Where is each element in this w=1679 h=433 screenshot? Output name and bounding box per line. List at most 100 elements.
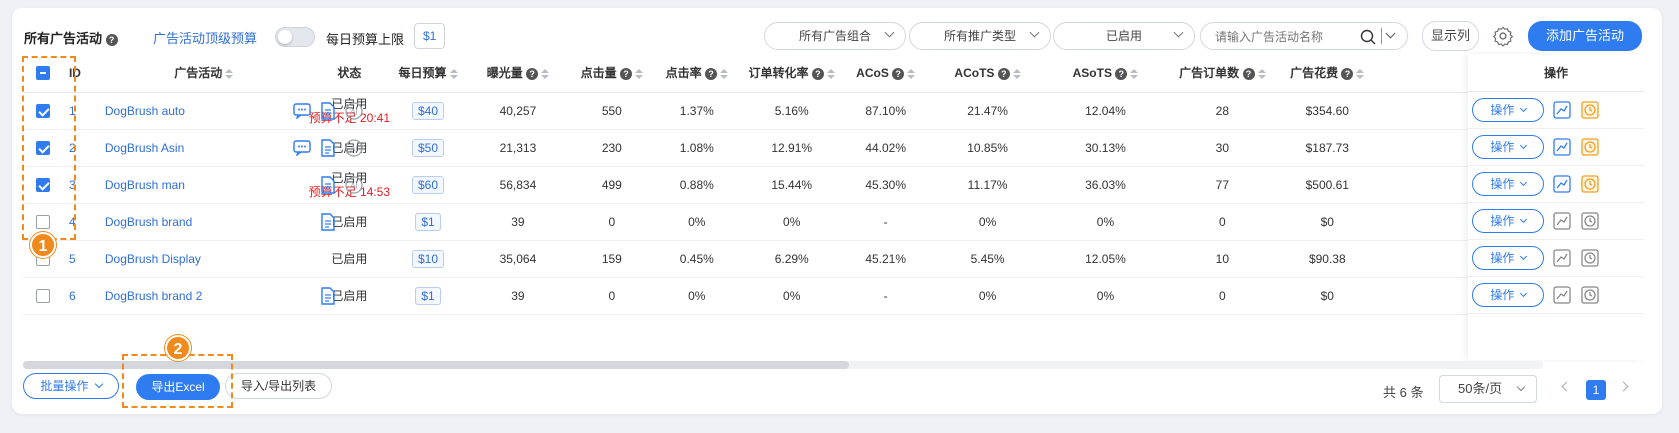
col-spend[interactable]: 广告花费 ? bbox=[1281, 54, 1374, 93]
clock-icon[interactable] bbox=[1581, 101, 1599, 119]
help-icon[interactable]: ? bbox=[620, 68, 633, 81]
search-icon[interactable] bbox=[1360, 29, 1376, 45]
daily-cap-value[interactable]: $1 bbox=[414, 23, 446, 49]
col-cvr[interactable]: 订单转化率 ? bbox=[739, 54, 844, 93]
budget-tag[interactable]: $40 bbox=[411, 101, 444, 120]
col-acots[interactable]: ACoTS ? bbox=[927, 54, 1048, 93]
campaign-id[interactable]: 6 bbox=[62, 277, 99, 315]
col-orders[interactable]: 广告订单数 ? bbox=[1163, 54, 1282, 93]
chart-icon[interactable] bbox=[1553, 175, 1571, 193]
col-impressions[interactable]: 曝光量 ? bbox=[465, 54, 570, 93]
sort-icon[interactable] bbox=[541, 69, 550, 80]
ai-icon[interactable]: AI bbox=[345, 101, 363, 123]
chart-icon[interactable] bbox=[1553, 249, 1571, 267]
sort-icon[interactable] bbox=[907, 68, 916, 79]
campaign-name-link[interactable]: DogBrush man bbox=[105, 178, 185, 192]
sort-icon[interactable] bbox=[1012, 68, 1021, 79]
col-campaign[interactable]: 广告活动 bbox=[98, 54, 309, 93]
row-checkbox[interactable] bbox=[35, 288, 50, 303]
help-icon[interactable]: ? bbox=[997, 67, 1010, 80]
doc-icon[interactable] bbox=[320, 175, 336, 197]
row-action-button[interactable]: 操作 bbox=[1472, 135, 1544, 159]
sort-icon[interactable] bbox=[449, 69, 458, 80]
sort-icon[interactable] bbox=[1257, 69, 1266, 80]
budget-tag[interactable]: $60 bbox=[411, 175, 444, 194]
page-size-select[interactable]: 50条/页 bbox=[1439, 375, 1537, 403]
chart-icon[interactable] bbox=[1553, 286, 1571, 304]
sort-icon[interactable] bbox=[719, 69, 728, 80]
budget-tag[interactable]: $10 bbox=[411, 249, 444, 268]
show-columns-button[interactable]: 显示列 bbox=[1422, 21, 1479, 51]
clock-icon[interactable] bbox=[1581, 212, 1599, 230]
campaign-name-link[interactable]: DogBrush auto bbox=[105, 104, 185, 118]
doc-icon[interactable] bbox=[320, 212, 336, 234]
page-title: 所有广告活动 ? bbox=[24, 28, 118, 47]
sort-icon[interactable] bbox=[1130, 68, 1139, 79]
campaign-id[interactable]: 5 bbox=[62, 240, 99, 278]
sort-icon[interactable] bbox=[826, 69, 835, 80]
sort-icon[interactable] bbox=[635, 69, 644, 80]
help-icon[interactable]: ? bbox=[892, 67, 905, 80]
campaign-name-link[interactable]: DogBrush brand bbox=[105, 215, 192, 229]
campaign-search[interactable] bbox=[1200, 22, 1408, 50]
clicks-cell: 0 bbox=[569, 277, 654, 315]
cvr-cell: 5.16% bbox=[739, 92, 844, 130]
chart-icon[interactable] bbox=[1553, 101, 1571, 119]
top-budget-link[interactable]: 广告活动顶级预算 bbox=[153, 28, 257, 47]
ctr-cell: 1.08% bbox=[653, 129, 740, 167]
chart-icon[interactable] bbox=[1553, 138, 1571, 156]
help-icon[interactable]: ? bbox=[1115, 67, 1128, 80]
filter-ad-type[interactable]: 所有推广类型 bbox=[909, 22, 1051, 50]
budget-tag[interactable]: $50 bbox=[411, 138, 444, 157]
col-acos[interactable]: ACoS ? bbox=[843, 54, 928, 93]
search-input[interactable] bbox=[1215, 28, 1355, 45]
ai-icon[interactable]: AI bbox=[345, 138, 363, 160]
orders-cell: 0 bbox=[1163, 203, 1282, 241]
row-action-button[interactable]: 操作 bbox=[1472, 98, 1544, 122]
help-icon[interactable]: ? bbox=[526, 68, 539, 81]
clock-icon[interactable] bbox=[1581, 286, 1599, 304]
page-1-button[interactable]: 1 bbox=[1586, 380, 1606, 400]
top-budget-toggle[interactable] bbox=[275, 27, 315, 47]
budget-tag[interactable]: $1 bbox=[415, 212, 441, 231]
doc-icon[interactable] bbox=[320, 138, 336, 160]
chart-icon[interactable] bbox=[1553, 212, 1571, 230]
sort-icon[interactable] bbox=[225, 69, 234, 80]
ai-icon[interactable]: AI bbox=[345, 175, 363, 197]
clock-icon[interactable] bbox=[1581, 249, 1599, 267]
add-campaign-button[interactable]: 添加广告活动 bbox=[1528, 21, 1642, 51]
batch-actions-button[interactable]: 批量操作 bbox=[23, 373, 119, 399]
row-action-button[interactable]: 操作 bbox=[1472, 209, 1544, 233]
filter-portfolio[interactable]: 所有广告组合 bbox=[764, 22, 906, 50]
row-action-button[interactable]: 操作 bbox=[1472, 246, 1544, 270]
help-icon[interactable]: ? bbox=[1242, 68, 1255, 81]
col-clicks[interactable]: 点击量 ? bbox=[569, 54, 654, 93]
chat-icon[interactable] bbox=[293, 139, 311, 159]
doc-icon[interactable] bbox=[320, 101, 336, 123]
row-action-button[interactable]: 操作 bbox=[1472, 172, 1544, 196]
campaign-name-link[interactable]: DogBrush Display bbox=[105, 252, 201, 266]
row-action-button[interactable]: 操作 bbox=[1472, 283, 1544, 307]
help-icon[interactable]: ? bbox=[811, 68, 824, 81]
campaign-name-link[interactable]: DogBrush Asin bbox=[105, 141, 184, 155]
filter-status[interactable]: 已启用 bbox=[1053, 22, 1195, 50]
chevron-down-icon[interactable] bbox=[1385, 28, 1396, 39]
help-icon[interactable]: ? bbox=[704, 68, 717, 81]
budget-tag[interactable]: $1 bbox=[415, 286, 441, 305]
clock-icon[interactable] bbox=[1581, 175, 1599, 193]
chat-icon[interactable] bbox=[293, 102, 311, 122]
help-icon[interactable]: ? bbox=[1341, 68, 1354, 81]
col-ctr[interactable]: 点击率 ? bbox=[653, 54, 740, 93]
table-header-row: ID 广告活动 状态 每日预算 曝光量 ? 点击量 ? 点击率 ? 订单转化率 … bbox=[23, 54, 1543, 93]
batch-actions-label: 批量操作 bbox=[40, 379, 89, 393]
import-export-button[interactable]: 导入/导出列表 bbox=[225, 373, 332, 399]
doc-icon[interactable] bbox=[320, 286, 336, 308]
help-icon[interactable]: ? bbox=[105, 33, 118, 46]
gear-icon[interactable] bbox=[1492, 25, 1514, 47]
col-daily-budget[interactable]: 每日预算 bbox=[390, 54, 466, 93]
sort-icon[interactable] bbox=[1356, 69, 1365, 80]
col-asots[interactable]: ASoTS ? bbox=[1047, 54, 1164, 93]
campaign-name-link[interactable]: DogBrush brand 2 bbox=[105, 289, 202, 303]
clock-icon[interactable] bbox=[1581, 138, 1599, 156]
horizontal-scrollbar[interactable] bbox=[23, 361, 1543, 369]
